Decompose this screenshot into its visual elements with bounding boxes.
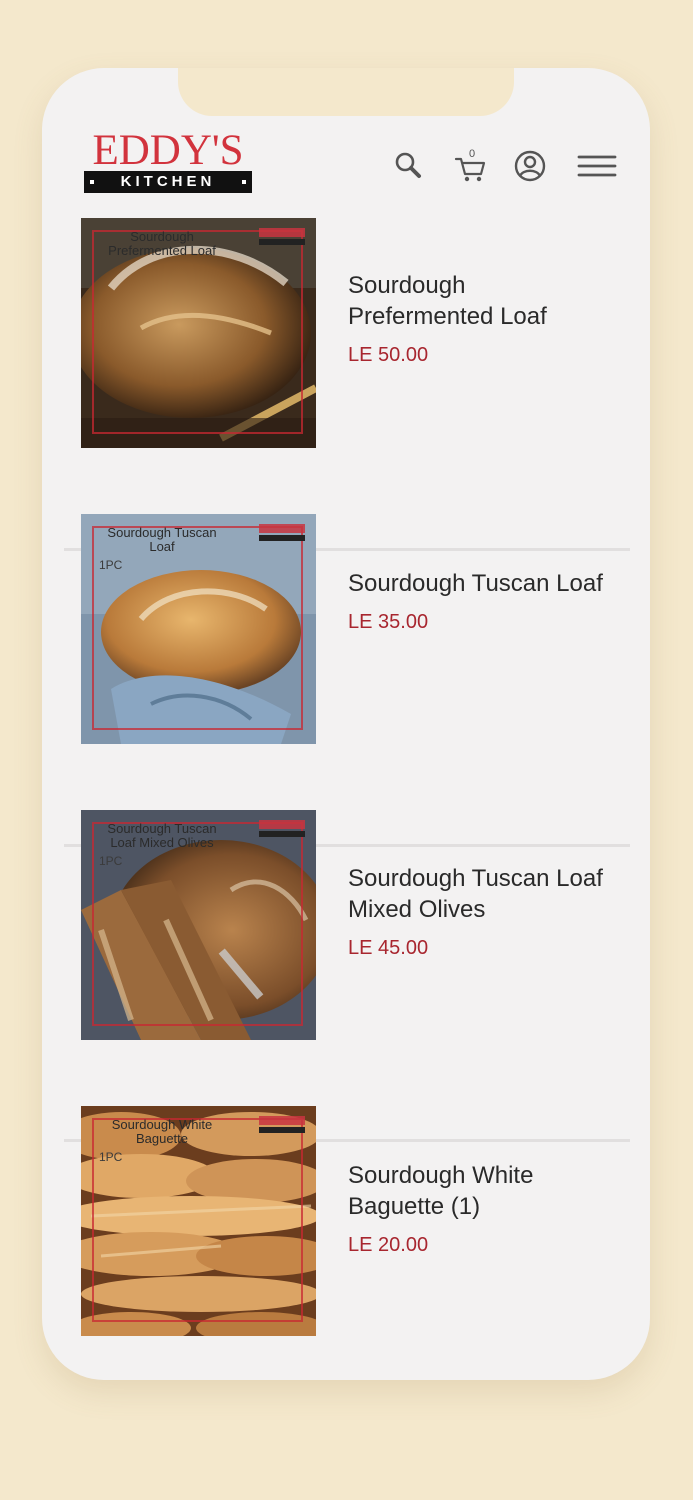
logo-subtitle: KITCHEN — [84, 171, 252, 193]
product-price: LE 20.00 — [348, 1234, 429, 1256]
product-price: LE 45.00 — [348, 937, 429, 959]
product-info: Sourdough Tuscan Loaf Mixed Olives LE 45… — [348, 863, 608, 959]
product-image[interactable]: Sourdough Tuscan Loaf Mixed Olives 1PC — [81, 810, 316, 1040]
product-name[interactable]: Sourdough Tuscan Loaf — [348, 568, 608, 599]
cart-count-badge: 0 — [468, 148, 476, 160]
image-logo — [259, 820, 305, 838]
image-caption: Sourdough Prefermented Loaf — [108, 229, 216, 258]
product-name[interactable]: Sourdough Prefermented Loaf — [348, 270, 608, 332]
hamburger-menu-icon[interactable] — [575, 146, 619, 186]
image-logo — [259, 524, 305, 542]
product-card[interactable]: Sourdough Tuscan Loaf Mixed Olives 1PC S… — [42, 810, 650, 1106]
image-logo — [259, 1116, 305, 1134]
product-card[interactable]: Sourdough Prefermented Loaf Sourdough Pr… — [42, 218, 650, 514]
product-card[interactable]: Sourdough Tuscan Loaf 1PC Sourdough Tusc… — [42, 514, 650, 810]
image-caption: Sourdough Tuscan Loaf — [107, 525, 217, 554]
product-info: Sourdough Tuscan Loaf LE 35.00 — [348, 568, 608, 633]
cart-icon[interactable]: 0 — [450, 146, 490, 186]
brand-logo[interactable]: EDDY'S KITCHEN — [82, 127, 254, 195]
search-icon[interactable] — [389, 146, 429, 186]
product-name[interactable]: Sourdough Tuscan Loaf Mixed Olives — [348, 863, 608, 925]
product-name[interactable]: Sourdough White Baguette (1) — [348, 1160, 608, 1222]
product-info: Sourdough White Baguette (1) LE 20.00 — [348, 1160, 608, 1256]
product-image[interactable]: Sourdough White Baguette 1PC — [81, 1106, 316, 1336]
phone-frame: EDDY'S KITCHEN 0 Sourdough Prefermented … — [42, 68, 650, 1380]
product-list: Sourdough Prefermented Loaf Sourdough Pr… — [42, 218, 650, 1380]
product-price: LE 35.00 — [348, 611, 429, 633]
product-price: LE 50.00 — [348, 344, 429, 366]
product-image[interactable]: Sourdough Prefermented Loaf — [81, 218, 316, 448]
image-caption: Sourdough White Baguette — [111, 1117, 213, 1146]
image-badge: 1PC — [99, 558, 123, 572]
image-badge: 1PC — [99, 1150, 123, 1164]
image-caption: Sourdough Tuscan Loaf Mixed Olives — [107, 821, 217, 850]
image-logo — [259, 228, 305, 246]
site-header: EDDY'S KITCHEN 0 — [42, 68, 650, 218]
product-image[interactable]: Sourdough Tuscan Loaf 1PC — [81, 514, 316, 744]
logo-wordmark: EDDY'S — [92, 127, 244, 174]
user-account-icon[interactable] — [510, 146, 550, 186]
product-card[interactable]: Sourdough White Baguette 1PC Sourdough W… — [42, 1106, 650, 1380]
product-info: Sourdough Prefermented Loaf LE 50.00 — [348, 270, 608, 366]
image-badge: 1PC — [99, 854, 123, 868]
